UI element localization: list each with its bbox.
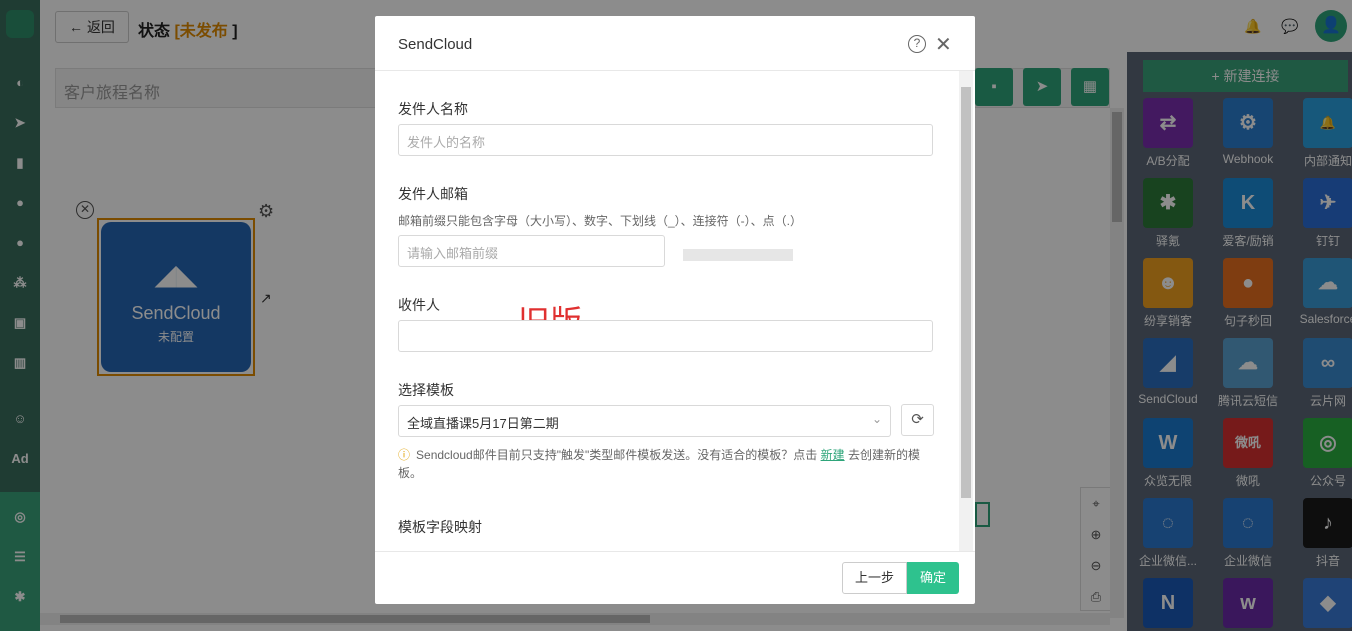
modal-scrollbar[interactable] xyxy=(959,71,973,551)
modal-body: 发件人名称 发件人的名称 发件人邮箱 邮箱前缀只能包含字母（大小写）、数字、下划… xyxy=(375,71,975,551)
template-label: 选择模板 xyxy=(398,382,454,398)
confirm-button[interactable]: 确定 xyxy=(907,562,959,594)
prev-step-button[interactable]: 上一步 xyxy=(842,562,907,594)
modal-footer: 上一步 确定 xyxy=(375,551,975,604)
new-template-link[interactable]: 新建 xyxy=(821,448,845,462)
recipient-label: 收件人 xyxy=(398,297,440,313)
template-select[interactable]: 全域直播课5月17日第二期 ⌄ xyxy=(398,405,891,437)
sender-email-label: 发件人邮箱 xyxy=(398,186,468,202)
modal-scroll-thumb[interactable] xyxy=(961,87,971,498)
chevron-down-icon: ⌄ xyxy=(871,412,882,426)
help-icon[interactable]: ? xyxy=(908,35,926,53)
template-value: 全域直播课5月17日第二期 xyxy=(407,416,559,431)
modal-title: SendCloud xyxy=(375,16,975,71)
warning-icon: ⓘ xyxy=(398,448,411,462)
recipient-input[interactable] xyxy=(398,320,933,352)
sender-name-input[interactable]: 发件人的名称 xyxy=(398,124,933,156)
sender-email-input[interactable]: 请输入邮箱前缀 xyxy=(398,235,665,267)
sender-name-label: 发件人名称 xyxy=(398,101,468,117)
mapping-label: 模板字段映射 xyxy=(398,519,482,535)
email-domain-redacted xyxy=(683,249,793,261)
template-warning: ⓘ Sendcloud邮件目前只支持"触发"类型邮件模板发送。没有适合的模板？点击… xyxy=(398,446,938,482)
app-page: ◐ ➤ ▮ ● ● ⁂ ▣ ▥ ☺ Ad ◎ ☰ ✱ ← 返回 状态 [未发布 … xyxy=(0,0,1352,631)
refresh-icon[interactable]: ⟳ xyxy=(901,404,934,436)
sendcloud-modal: SendCloud ? ✕ 发件人名称 发件人的名称 发件人邮箱 邮箱前缀只能包… xyxy=(375,16,975,604)
warning-text: Sendcloud邮件目前只支持"触发"类型邮件模板发送。没有适合的模板？点击 xyxy=(416,448,821,462)
sender-email-hint: 邮箱前缀只能包含字母（大小写）、数字、下划线（_）、连接符（-）、点（.） xyxy=(398,214,803,228)
close-icon[interactable]: ✕ xyxy=(935,32,952,57)
